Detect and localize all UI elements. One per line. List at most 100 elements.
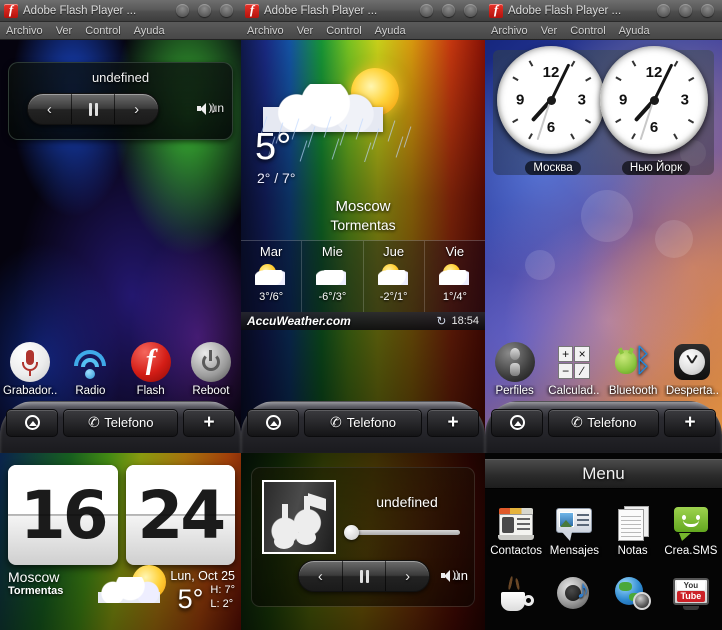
partly-cloudy-icon	[374, 262, 414, 288]
plus-icon: +	[447, 412, 459, 433]
menu-control[interactable]: Control	[85, 25, 120, 37]
menu-ver[interactable]: Ver	[541, 25, 558, 37]
menu-ayuda[interactable]: Ayuda	[134, 25, 165, 37]
app-reboot[interactable]: Reboot	[181, 342, 241, 397]
weather-low: L: 2°	[210, 597, 234, 610]
maximize-button[interactable]	[198, 4, 211, 17]
forecast-temps: 3°/6°	[259, 291, 284, 303]
app-calculadora[interactable]: + × − ∕ Calculad..	[544, 342, 603, 397]
minimize-button[interactable]	[657, 4, 670, 17]
next-track-icon[interactable]: ›	[115, 94, 158, 124]
menu-item-music[interactable]: ♪	[545, 574, 603, 630]
menu-item-mensajes[interactable]: Mensajes	[545, 503, 603, 572]
maximize-button[interactable]	[679, 4, 692, 17]
menu-archivo[interactable]: Archivo	[6, 25, 43, 37]
app-drawer-button[interactable]	[6, 408, 58, 437]
browser-globe-icon	[613, 574, 653, 614]
clock-city-label: Нью Йорк	[621, 161, 691, 175]
menu-ver[interactable]: Ver	[56, 25, 73, 37]
minimize-button[interactable]	[176, 4, 189, 17]
minimize-button[interactable]	[420, 4, 433, 17]
phone-button[interactable]: ✆ Telefono	[304, 408, 422, 437]
high-low: H: 7° L: 2°	[210, 584, 235, 612]
forecast-day-label: Jue	[383, 244, 405, 259]
previous-track-icon[interactable]: ‹	[299, 561, 343, 591]
forecast-day[interactable]: Mar 3°/6°	[241, 241, 303, 312]
phone-button[interactable]: ✆ Telefono	[548, 408, 659, 437]
app-despertador[interactable]: Desperta..	[663, 342, 722, 397]
music-player-widget-large[interactable]: undefined ‹ › )) un	[251, 467, 475, 607]
app-drawer-button[interactable]	[491, 408, 543, 437]
menu-ayuda[interactable]: Ayuda	[375, 25, 406, 37]
flash-logo-icon	[489, 2, 503, 18]
forecast-day[interactable]: Jue -2°/1°	[364, 241, 425, 312]
close-button[interactable]	[220, 4, 233, 17]
app-perfiles[interactable]: Perfiles	[485, 342, 544, 397]
menu-archivo[interactable]: Archivo	[491, 25, 528, 37]
app-label: Flash	[136, 385, 165, 397]
partly-cloudy-icon	[435, 262, 475, 288]
menu-archivo[interactable]: Archivo	[247, 25, 284, 37]
weather-summary: Lun, Oct 25 5° H: 7° L: 2°	[170, 569, 235, 613]
menubar: Archivo Ver Control Ayuda	[485, 22, 722, 40]
titlebar: Adobe Flash Player ...	[241, 0, 485, 22]
next-track-icon[interactable]: ›	[386, 561, 429, 591]
music-note-icon	[262, 480, 336, 554]
clock-newyork[interactable]: 12 3 6 9 Нью Йорк	[600, 46, 712, 175]
app-flash[interactable]: f Flash	[121, 342, 181, 397]
close-button[interactable]	[701, 4, 714, 17]
profiles-icon	[494, 342, 535, 382]
menu-item-coffee[interactable]	[487, 574, 545, 630]
microphone-icon	[10, 342, 51, 382]
forecast-day[interactable]: Vie 1°/4°	[425, 241, 485, 312]
forecast-temps: -6°/3°	[318, 291, 347, 303]
menubar: Archivo Ver Control Ayuda	[241, 22, 485, 40]
maximize-button[interactable]	[442, 4, 455, 17]
menu-ver[interactable]: Ver	[297, 25, 314, 37]
accuweather-bar[interactable]: AccuWeather.com ↻ 18:54	[241, 312, 485, 330]
app-grabador[interactable]: Grabador..	[0, 342, 60, 397]
volume-indicator[interactable]: )) un	[196, 101, 224, 115]
app-radio[interactable]: Radio	[60, 342, 120, 397]
plus-icon: +	[684, 412, 696, 433]
menu-item-contactos[interactable]: Contactos	[487, 503, 545, 572]
flash-icon: f	[130, 342, 171, 382]
menu-ayuda[interactable]: Ayuda	[619, 25, 650, 37]
app-drawer-button[interactable]	[247, 408, 299, 437]
app-bluetooth[interactable]: ᛒ Bluetooth	[604, 342, 663, 397]
menu-control[interactable]: Control	[326, 25, 361, 37]
pause-icon[interactable]	[343, 561, 387, 591]
flip-weather-row[interactable]: Moscow Tormentas Lun, Oct 25 5° H: 7° L:…	[8, 565, 235, 627]
flip-clock-widget[interactable]: 16 24	[8, 465, 235, 565]
previous-track-icon[interactable]: ‹	[28, 94, 72, 124]
weather-widget[interactable]: 5° 2° / 7° Moscow Tormentas Mar 3°/6° Mi…	[241, 40, 485, 453]
app-icon-row-3: Perfiles + × − ∕ Calculad.. ᛒ Bluetooth …	[485, 342, 722, 397]
add-button[interactable]: +	[427, 408, 479, 437]
world-clock-widget[interactable]: 12 3 6 9 Москва 12 3 6 9 Нью Йорк	[493, 46, 714, 175]
phone-button[interactable]: ✆ Telefono	[63, 408, 178, 437]
add-button[interactable]: +	[183, 408, 235, 437]
add-button[interactable]: +	[664, 408, 716, 437]
slider-knob[interactable]	[344, 525, 359, 540]
menu-title: Menu	[582, 464, 625, 483]
menu-item-youtube[interactable]: You Tube	[662, 574, 720, 630]
progress-slider[interactable]	[344, 525, 460, 540]
forecast-day[interactable]: Mie -6°/3°	[302, 241, 364, 312]
clock-city-label: Москва	[525, 161, 581, 175]
clock-number-9: 9	[619, 91, 628, 109]
refresh-icon[interactable]: ↻	[436, 314, 446, 328]
weather-date: Lun, Oct 25	[170, 569, 235, 583]
menu-item-notas[interactable]: Notas	[604, 503, 662, 572]
menu-item-crea-sms[interactable]: Crea.SMS	[662, 503, 720, 572]
clock-moscow[interactable]: 12 3 6 9 Москва	[497, 46, 609, 175]
music-player-widget[interactable]: undefined ‹ › )) un	[8, 62, 233, 140]
app-label: Perfiles	[495, 385, 534, 397]
menu-control[interactable]: Control	[570, 25, 605, 37]
up-arrow-circle-icon	[24, 415, 40, 430]
close-button[interactable]	[464, 4, 477, 17]
clock-center-pin	[649, 95, 659, 105]
pause-icon[interactable]	[72, 94, 116, 124]
menu-item-browser[interactable]	[604, 574, 662, 630]
clock-center-pin	[546, 95, 556, 105]
volume-indicator[interactable]: )) un	[440, 568, 468, 583]
